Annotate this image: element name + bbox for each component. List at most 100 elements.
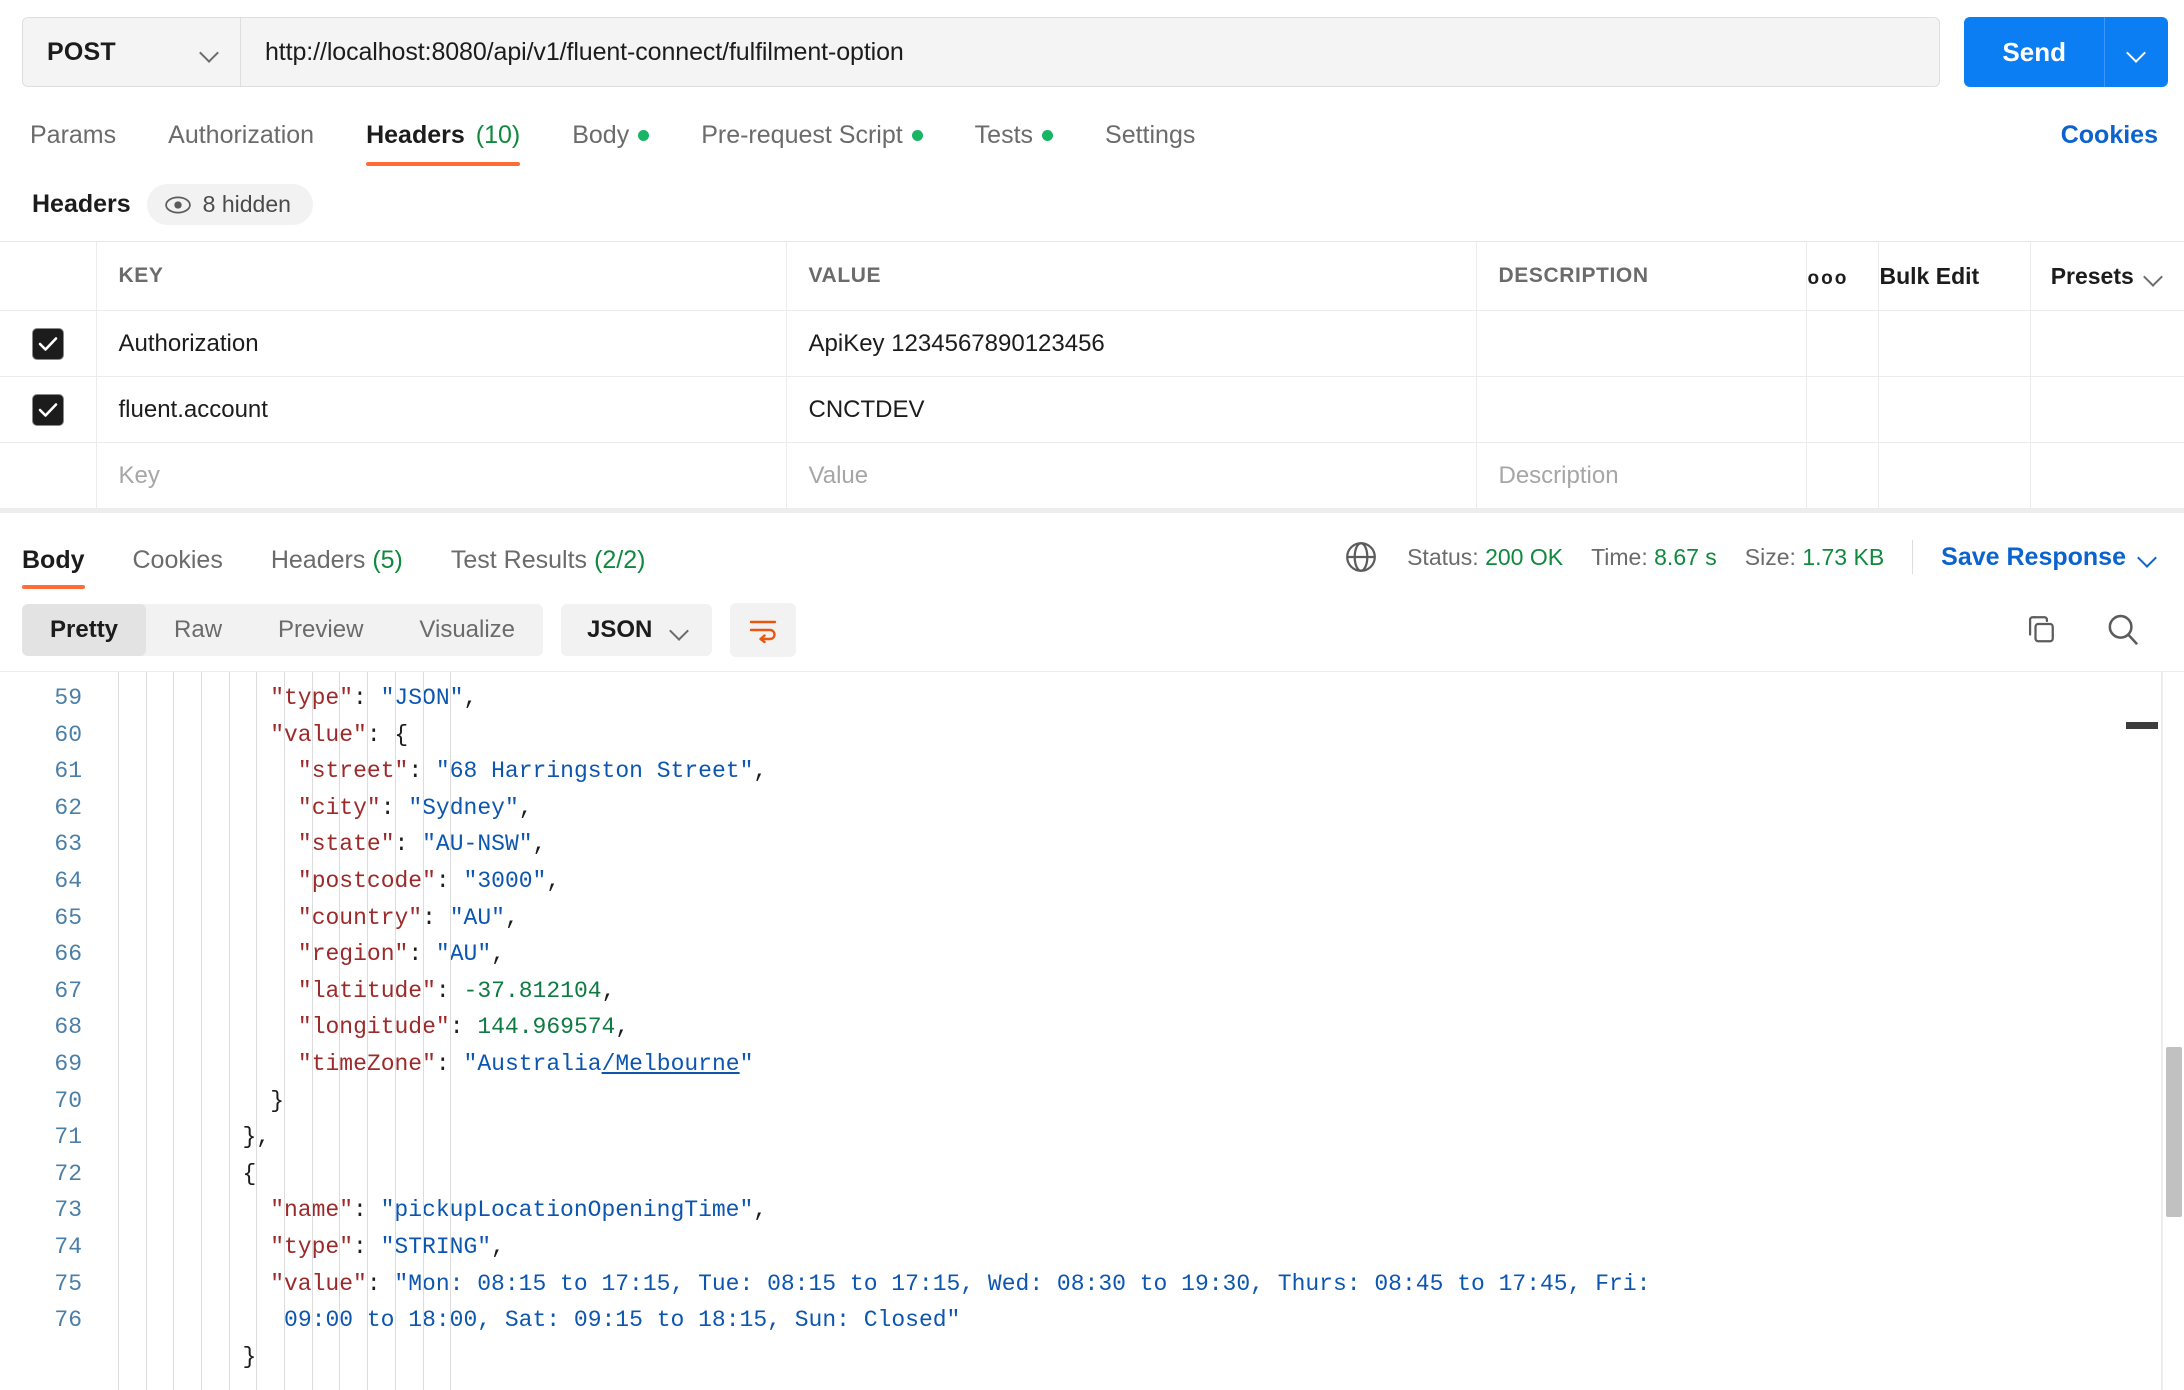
new-header-value-input[interactable]: Value (786, 442, 1477, 509)
tab-label: Params (30, 121, 117, 149)
line-number-gutter: 59 60 61 62 63 64 65 66 67 68 69 70 71 72 73 74 75 76 (0, 672, 104, 1390)
code-token: : (422, 904, 450, 931)
tab-body[interactable]: Body (572, 121, 650, 166)
body-toolbar-actions (2022, 611, 2158, 649)
code-token: : (353, 1197, 381, 1224)
header-key-fluent-account[interactable]: fluent.account (96, 376, 787, 443)
tab-pre-request-script[interactable]: Pre-request Script (701, 121, 923, 166)
response-format-select[interactable]: JSON (561, 604, 713, 656)
presets-button[interactable]: Presets (2032, 243, 2184, 309)
code-line: "country": "AU", (104, 900, 2184, 937)
view-mode-segmented: Pretty Raw Preview Visualize (22, 604, 544, 656)
view-mode-pretty[interactable]: Pretty (22, 604, 147, 656)
code-token: }, (242, 1124, 271, 1151)
response-tab-cookies[interactable]: Cookies (133, 546, 223, 589)
code-token: "longitude" (297, 1014, 450, 1041)
new-header-description-input[interactable]: Description (1476, 442, 1807, 509)
size-value: 1.73 KB (1802, 543, 1885, 570)
scrollbar-thumb[interactable] (2166, 1047, 2182, 1217)
code-token: : (353, 1233, 381, 1260)
code-line: "type": "JSON", (104, 680, 2184, 717)
time-label: Time: (1591, 543, 1648, 570)
send-options-button[interactable] (2104, 17, 2168, 87)
vertical-scrollbar[interactable] (2162, 672, 2184, 1390)
new-header-key-input[interactable]: Key (96, 442, 787, 509)
response-body-code: 59 60 61 62 63 64 65 66 67 68 69 70 71 72 73 74 75 76 "ty… (0, 671, 2184, 1390)
more-dots-icon: ooo (1807, 267, 1849, 289)
hidden-headers-toggle[interactable]: 8 hidden (146, 184, 313, 225)
http-method-select[interactable]: POST (23, 18, 241, 86)
save-response-button[interactable]: Save Response (1941, 543, 2158, 572)
code-token: "Sydney" (408, 794, 519, 821)
word-wrap-button[interactable] (730, 603, 797, 657)
code-token: "AU" (435, 941, 492, 968)
tab-params[interactable]: Params (30, 121, 116, 166)
row-checkbox-fluent-account[interactable] (31, 393, 64, 426)
response-tab-body[interactable]: Body (22, 546, 85, 589)
tab-count: (10) (475, 121, 521, 149)
request-url-input[interactable]: http://localhost:8080/api/v1/fluent-conn… (241, 18, 1940, 86)
code-line: "city": "Sydney", (104, 790, 2184, 827)
copy-button[interactable] (2022, 612, 2058, 648)
check-icon (38, 336, 58, 351)
view-mode-raw[interactable]: Raw (146, 604, 250, 656)
code-content[interactable]: "type": "JSON", "value": {"street": "68 H… (104, 672, 2184, 1390)
code-token: : (408, 941, 436, 968)
chevron-down-icon (200, 42, 220, 62)
code-token: , (753, 1197, 768, 1224)
postman-request-window: POST http://localhost:8080/api/v1/fluent… (0, 0, 2184, 1390)
tab-authorization[interactable]: Authorization (168, 121, 314, 166)
code-token: "country" (297, 904, 423, 931)
header-key-authorization[interactable]: Authorization (96, 310, 787, 377)
header-description-fluent-account[interactable] (1476, 376, 1807, 443)
response-time: Time: 8.67 s (1591, 544, 1717, 571)
tab-tests[interactable]: Tests (974, 121, 1054, 166)
code-token: "AU" (449, 904, 505, 931)
bulk-edit-button[interactable]: Bulk Edit (1878, 241, 2031, 311)
presets-button-cell: Presets (2030, 241, 2184, 311)
code-token: : (380, 794, 409, 821)
code-token: , (546, 867, 561, 894)
code-line: "value": "Mon: 08:15 to 17:15, Tue: 08:1… (104, 1266, 2184, 1303)
cookies-link[interactable]: Cookies (2061, 121, 2158, 166)
code-token: : { (366, 721, 409, 748)
table-row-new[interactable]: Key Value Description (0, 442, 2184, 509)
header-value-fluent-account[interactable]: CNCTDEV (786, 376, 1477, 443)
table-row[interactable]: fluent.account CNCTDEV (0, 376, 2184, 443)
code-token: "STRING" (380, 1233, 492, 1260)
row-spacer (1806, 442, 1879, 509)
row-spacer (1878, 310, 2031, 377)
headers-section-title: Headers (32, 190, 131, 218)
tab-headers[interactable]: Headers (10) (366, 121, 521, 166)
row-spacer (2030, 310, 2184, 377)
status-dot-icon (638, 130, 650, 141)
line-number: 70 (54, 1087, 82, 1114)
response-tab-headers[interactable]: Headers (5) (271, 546, 403, 589)
header-value-authorization[interactable]: ApiKey 1234567890123456 (786, 310, 1477, 377)
table-row[interactable]: Authorization ApiKey 1234567890123456 (0, 310, 2184, 377)
code-line: }, (104, 1119, 2184, 1156)
response-tab-test-results[interactable]: Test Results (2/2) (451, 546, 646, 589)
tab-label: Tests (974, 121, 1034, 149)
tab-label: Headers (270, 546, 366, 574)
send-button[interactable]: Send (1964, 17, 2104, 87)
code-token: "Australia (463, 1050, 602, 1077)
line-number: 76 (54, 1307, 82, 1334)
view-mode-visualize[interactable]: Visualize (391, 604, 543, 656)
more-options-button[interactable]: ooo (1806, 241, 1879, 311)
code-token: "type" (270, 685, 354, 711)
tab-label: Pre-request Script (701, 121, 903, 149)
tab-settings[interactable]: Settings (1105, 121, 1195, 166)
code-token: , (491, 941, 505, 968)
code-line: } (104, 1083, 2184, 1120)
row-checkbox-authorization[interactable] (31, 327, 64, 360)
check-icon (38, 402, 58, 417)
line-number: 59 (54, 685, 82, 711)
header-description-authorization[interactable] (1476, 310, 1807, 377)
code-token: , (615, 1014, 630, 1041)
globe-icon[interactable] (1343, 539, 1379, 575)
search-button[interactable] (2104, 611, 2142, 649)
code-token: -37.812104 (463, 977, 602, 1004)
view-mode-preview[interactable]: Preview (250, 604, 391, 656)
hidden-headers-label: 8 hidden (202, 191, 291, 217)
